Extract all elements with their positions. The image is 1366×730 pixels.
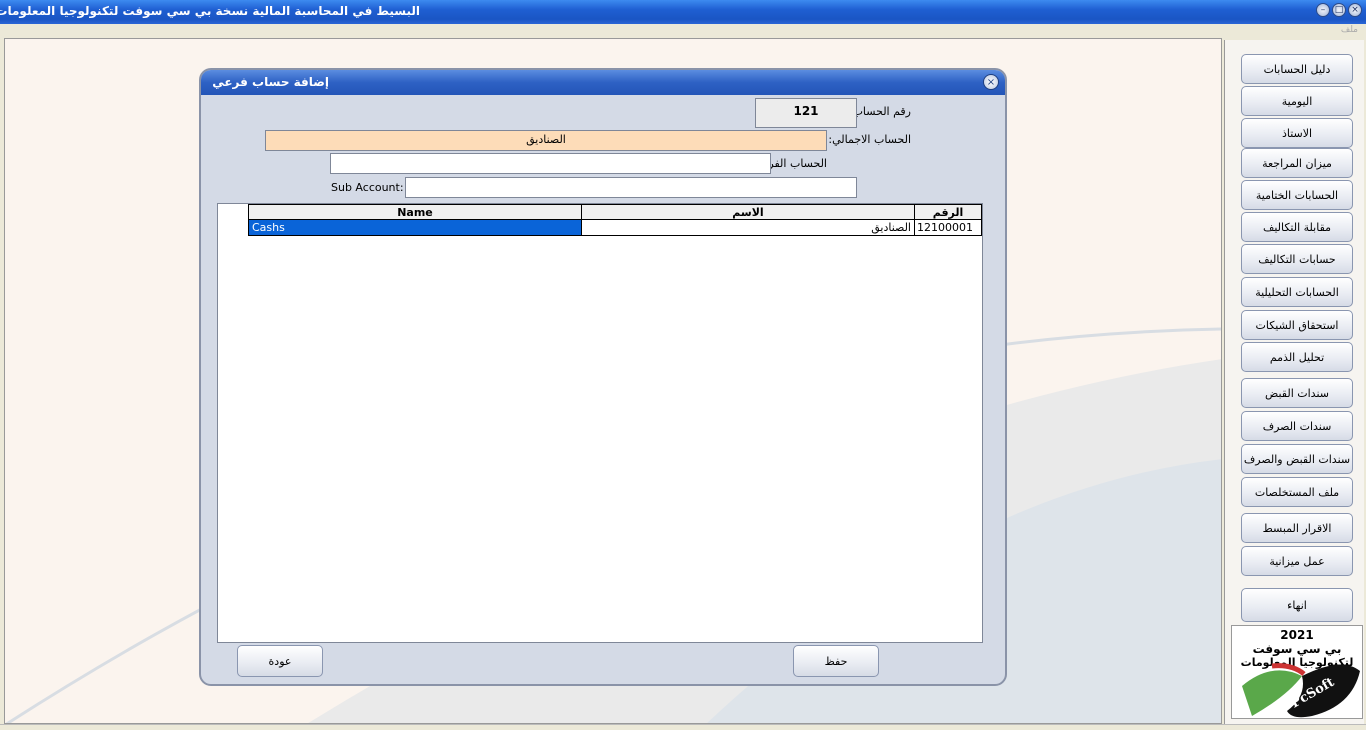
minimize-button[interactable]: – — [1316, 3, 1330, 17]
window-title: البسيط في المحاسبة المالية نسخة بي سي سو… — [0, 4, 420, 18]
save-button[interactable]: حفظ — [793, 645, 879, 677]
accounts-grid[interactable]: الاسم الرقم Name Cashs الصناديق 12100001 — [217, 203, 983, 643]
grid-header-number[interactable]: الرقم — [914, 204, 982, 220]
sidebar-item-chart-of-accounts[interactable]: دليل الحسابات — [1241, 54, 1353, 84]
parent-account-label: الحساب الاجمالي: — [828, 133, 911, 146]
sidebar-item-receipt-payment-vouchers[interactable]: سندات القبض والصرف — [1241, 444, 1353, 474]
company-logo: 2021 بي سي سوفت لتكنولوجيا المعلومات PcS… — [1231, 625, 1363, 719]
sidebar-item-cost-accounts[interactable]: حسابات التكاليف — [1241, 244, 1353, 274]
grid-cell-number[interactable]: 12100001 — [914, 220, 982, 236]
sub-account-en-label: Sub Account: — [331, 181, 404, 194]
sidebar-item-extracts-file[interactable]: ملف المستخلصات — [1241, 477, 1353, 507]
dialog-close-button[interactable]: × — [983, 74, 999, 90]
back-button[interactable]: عودة — [237, 645, 323, 677]
sidebar: دليل الحسابات اليومية الاستاذ ميزان المر… — [1224, 40, 1364, 724]
account-number-label: رقم الحساب: — [848, 105, 911, 118]
sidebar-item-receivables-analysis[interactable]: تحليل الذمم — [1241, 342, 1353, 372]
parent-account-field[interactable]: الصناديق — [265, 130, 827, 151]
logo-flag-icon: PcSoft — [1242, 663, 1360, 718]
dialog-title-bar: إضافة حساب فرعي × — [201, 70, 1005, 95]
sidebar-item-ledger[interactable]: الاستاذ — [1241, 118, 1353, 148]
sidebar-item-payment-vouchers[interactable]: سندات الصرف — [1241, 411, 1353, 441]
sidebar-item-simplified-declaration[interactable]: الاقرار المبسط — [1241, 513, 1353, 543]
sidebar-item-final-accounts[interactable]: الحسابات الختامية — [1241, 180, 1353, 210]
window-controls: – □ × — [1316, 3, 1362, 17]
grid-cell-name-en[interactable]: Cashs — [248, 220, 582, 236]
sidebar-item-receipt-vouchers[interactable]: سندات القبض — [1241, 378, 1353, 408]
menu-file[interactable]: ملف — [1341, 25, 1358, 35]
sidebar-item-cheque-due[interactable]: استحقاق الشيكات — [1241, 310, 1353, 340]
grid-header-name-en[interactable]: Name — [248, 204, 582, 220]
grid-header-name-ar[interactable]: الاسم — [581, 204, 915, 220]
close-button[interactable]: × — [1348, 3, 1362, 17]
dialog-title: إضافة حساب فرعي — [212, 75, 329, 89]
sub-account-input[interactable] — [330, 153, 771, 174]
maximize-button[interactable]: □ — [1332, 3, 1346, 17]
add-sub-account-dialog: إضافة حساب فرعي × رقم الحساب: 121 الحساب… — [199, 68, 1007, 686]
sidebar-item-analytic-accounts[interactable]: الحسابات التحليلية — [1241, 277, 1353, 307]
sub-account-en-input[interactable] — [405, 177, 857, 198]
status-bar — [0, 724, 1366, 730]
sidebar-item-trial-balance[interactable]: ميزان المراجعة — [1241, 148, 1353, 178]
sidebar-item-journal[interactable]: اليومية — [1241, 86, 1353, 116]
sidebar-item-cost-matching[interactable]: مقابلة التكاليف — [1241, 212, 1353, 242]
grid-cell-name-ar[interactable]: الصناديق — [581, 220, 915, 236]
account-number-field[interactable]: 121 — [755, 98, 857, 128]
sidebar-item-make-budget[interactable]: عمل ميزانية — [1241, 546, 1353, 576]
sidebar-item-exit[interactable]: انهاء — [1241, 588, 1353, 622]
menu-bar: ملف — [0, 24, 1366, 38]
window-title-bar: البسيط في المحاسبة المالية نسخة بي سي سو… — [0, 0, 1366, 24]
